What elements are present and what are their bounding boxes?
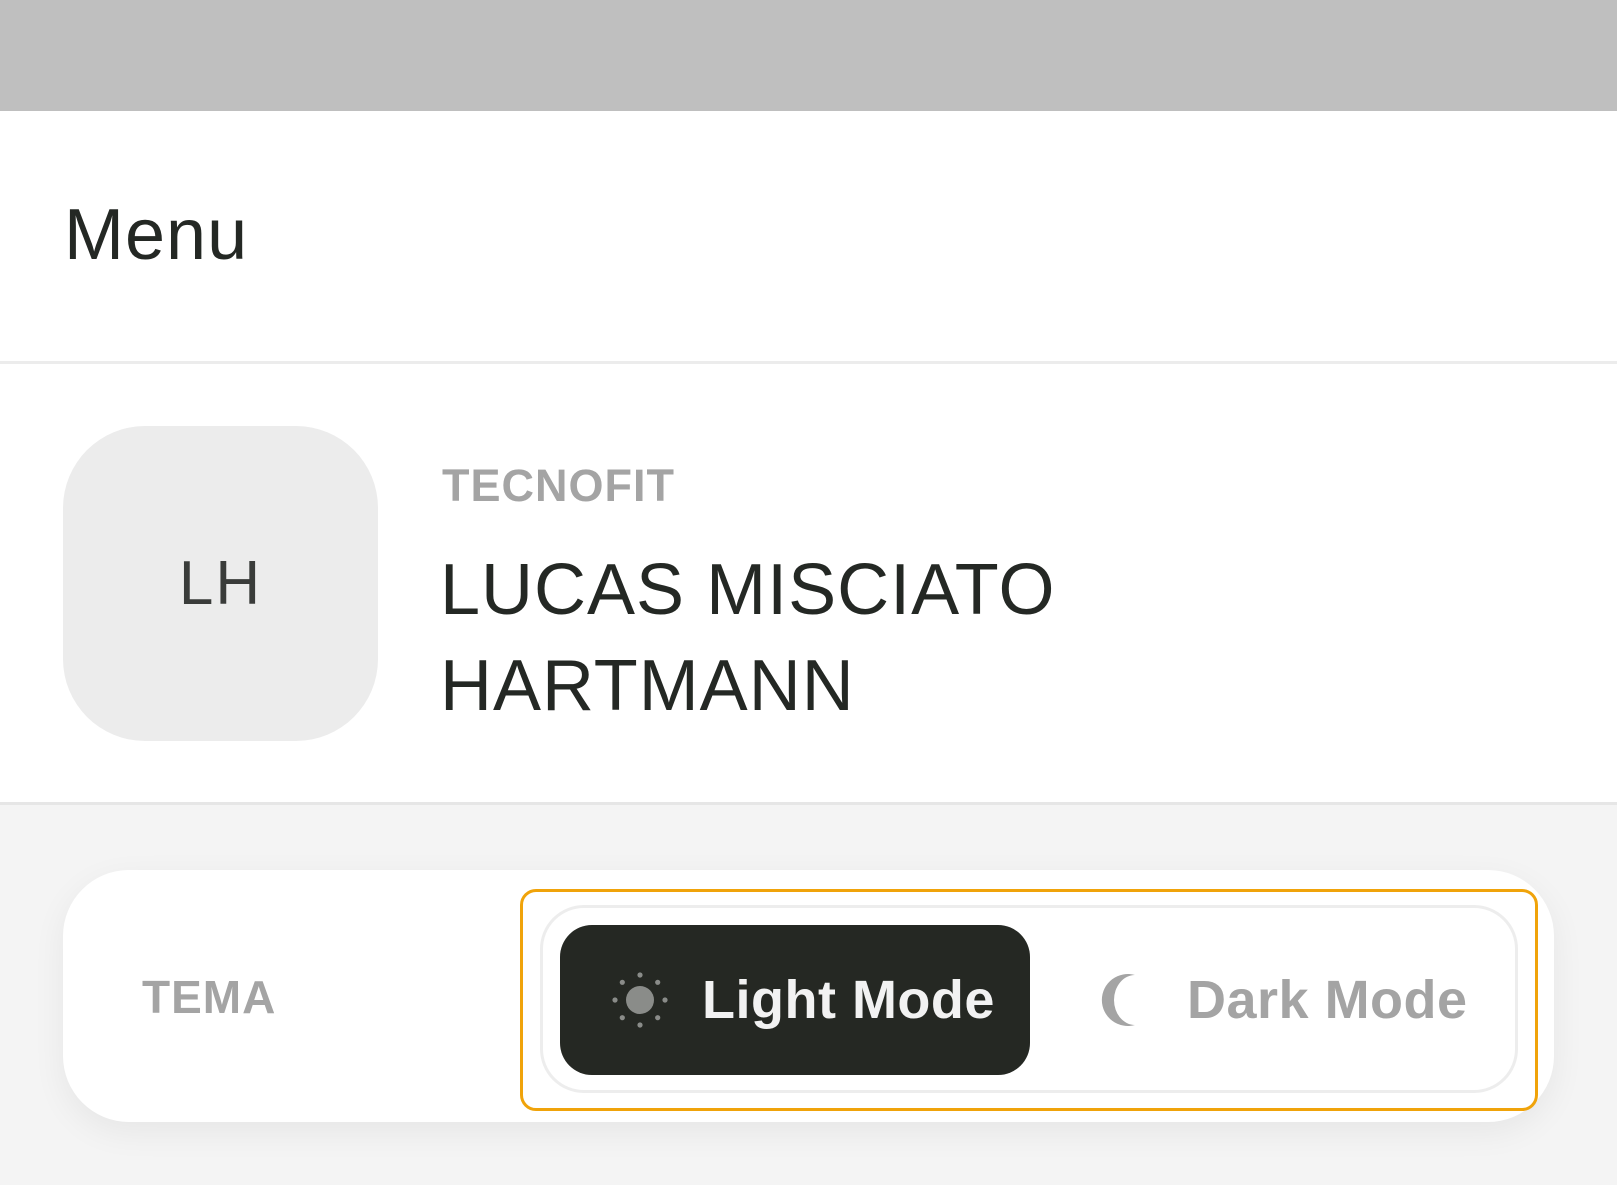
dark-mode-label: Dark Mode [1187,970,1468,1030]
light-mode-label: Light Mode [702,970,995,1030]
sun-icon [610,970,670,1030]
theme-card: TEMA Light Mode Dark Mode [63,870,1554,1122]
avatar: LH [63,426,378,741]
theme-toggle[interactable]: Light Mode Dark Mode [540,905,1518,1093]
status-bar [0,0,1617,111]
page-title: Menu [64,195,249,275]
avatar-initials: LH [178,549,263,618]
theme-label: TEMA [142,971,277,1023]
user-profile-section: LH TECNOFIT LUCAS MISCIATO HARTMANN [0,364,1617,805]
light-mode-button[interactable]: Light Mode [560,925,1030,1075]
user-name: LUCAS MISCIATO HARTMANN [440,550,1056,726]
menu-header: Menu [0,111,1617,364]
dark-mode-button[interactable]: Dark Mode [1073,925,1493,1075]
moon-icon [1095,970,1155,1030]
organization-name: TECNOFIT [442,460,675,511]
